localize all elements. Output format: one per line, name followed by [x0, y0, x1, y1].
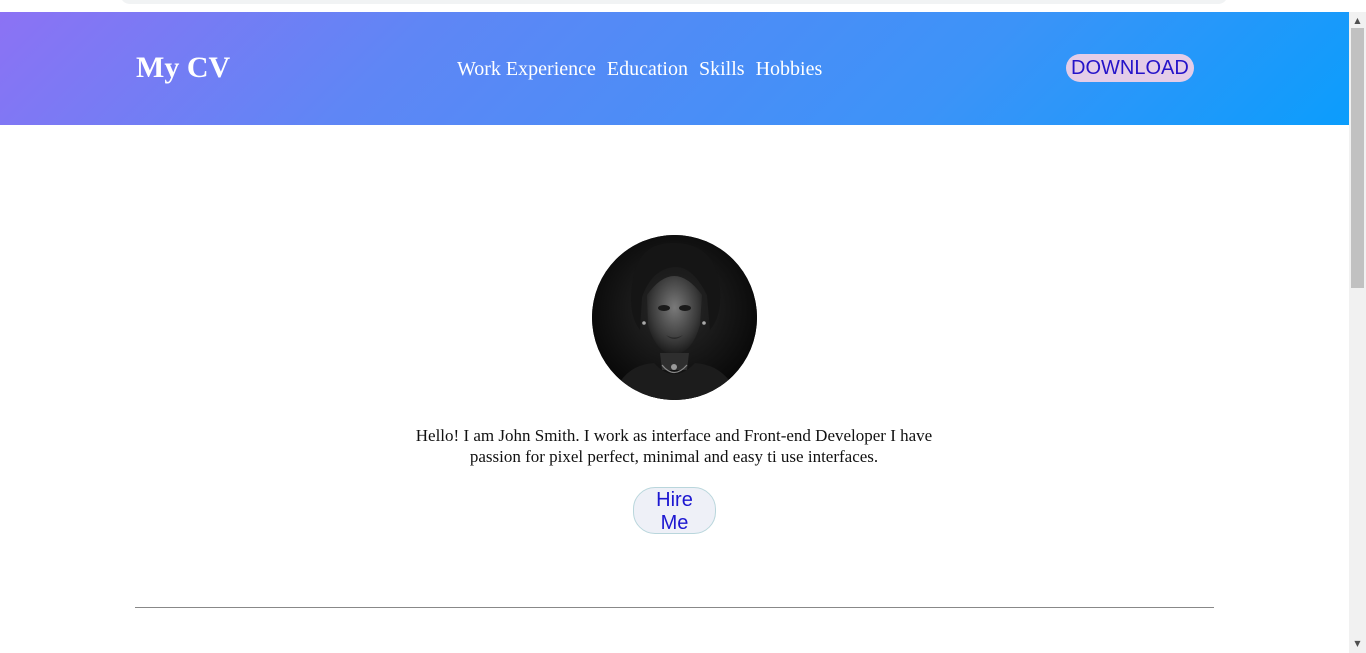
profile-photo: [592, 235, 757, 400]
hire-me-button[interactable]: Hire Me: [633, 487, 716, 534]
scrollbar-thumb[interactable]: [1351, 28, 1364, 288]
nav-link-work-experience[interactable]: Work Experience: [457, 57, 596, 81]
brand-title: My CV: [136, 51, 231, 84]
download-button[interactable]: DOWNLOAD: [1066, 54, 1194, 82]
browser-address-bar-edge: [120, 0, 1228, 4]
site-header: My CV Work Experience Education Skills H…: [0, 12, 1349, 125]
nav-link-education[interactable]: Education: [607, 57, 688, 81]
section-divider: [135, 607, 1214, 608]
intro-text: Hello! I am John Smith. I work as interf…: [415, 426, 933, 466]
nav-link-hobbies[interactable]: Hobbies: [756, 57, 823, 81]
nav-link-skills[interactable]: Skills: [699, 57, 745, 81]
vertical-scrollbar[interactable]: ▲ ▼: [1349, 12, 1366, 653]
scroll-up-arrow-icon[interactable]: ▲: [1349, 14, 1366, 28]
scroll-down-arrow-icon[interactable]: ▼: [1349, 637, 1366, 651]
profile-avatar: [592, 235, 757, 400]
browser-top-strip: [0, 0, 1349, 12]
main-nav: Work Experience Education Skills Hobbies: [457, 57, 822, 81]
